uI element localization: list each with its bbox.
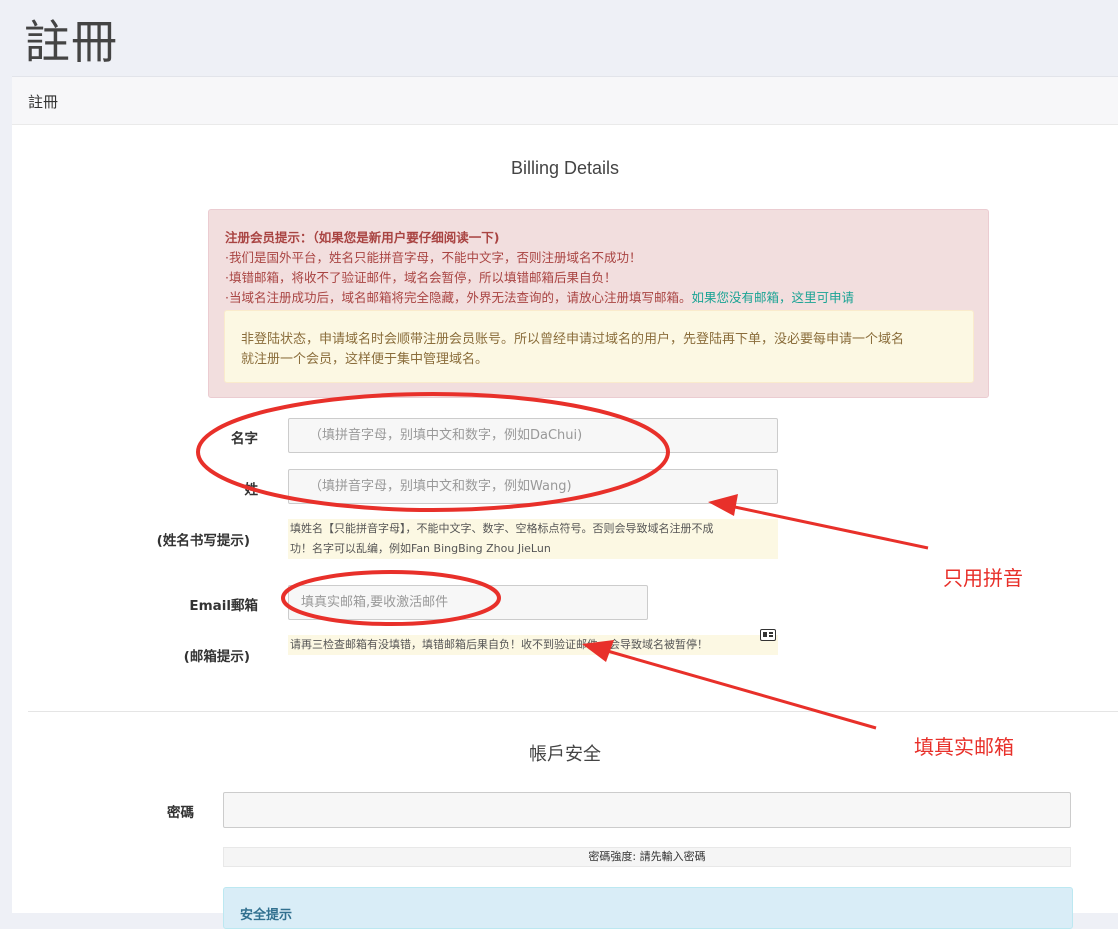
email-hint-label: (邮箱提示) [183, 649, 250, 665]
section-divider [28, 711, 1118, 712]
first-name-input[interactable] [288, 418, 778, 453]
email-hint-text: 请再三检查邮箱有没填错，填错邮箱后果自负！收不到验证邮件，会导致域名被暂停！ [288, 635, 778, 655]
security-tip-heading: 安全提示 [240, 908, 293, 923]
name-hint-line1: 填姓名【只能拼音字母】，不能中文字、数字、空格标点符号。否则会导致域名注册不成 [290, 522, 714, 535]
first-name-label: 名字 [231, 431, 258, 447]
last-name-input[interactable] [288, 469, 778, 504]
registration-notice: 注册会员提示：（如果您是新用户要仔细阅读一下) ·我们是国外平台，姓名只能拼音字… [208, 209, 989, 398]
name-hint-line2: 功！名字可以乱编，例如Fan BingBing Zhou JieLun [290, 542, 551, 555]
pinyin-annotation: 只用拼音 [943, 566, 1023, 590]
login-warning-line2: 就注册一个会员，这样便于集中管理域名。 [241, 352, 489, 367]
notice-line-email: ·填错邮箱，将收不了验证邮件，域名会暂停，所以填错邮箱后果自负！ [225, 270, 617, 285]
login-warning: 非登陆状态，申请域名时会顺带注册会员账号。所以曾经申请过域名的用户，先登陆再下单… [224, 310, 974, 383]
email-input[interactable] [288, 585, 648, 620]
panel-heading: 註冊 [12, 77, 1118, 125]
password-input[interactable] [223, 792, 1071, 828]
registration-panel: 註冊 Billing Details 注册会员提示：（如果您是新用户要仔细阅读一… [12, 76, 1118, 929]
last-name-label: 姓 [244, 482, 259, 498]
notice-line-pinyin: ·我们是国外平台，姓名只能拼音字母，不能中文字，否则注册域名不成功！ [225, 250, 642, 265]
email-label: Email郵箱 [189, 598, 258, 614]
billing-details-title: Billing Details [510, 158, 620, 178]
apply-email-link[interactable]: 如果您没有邮箱，这里可申请 [691, 290, 854, 305]
login-warning-line1: 非登陆状态，申请域名时会顺带注册会员账号。所以曾经申请过域名的用户，先登陆再下单… [241, 332, 905, 347]
notice-line-privacy: ·当域名注册成功后，域名邮箱将完全隐藏，外界无法查询的，请放心注册填写邮箱。如果… [225, 287, 854, 306]
name-hint-text: 填姓名【只能拼音字母】，不能中文字、数字、空格标点符号。否则会导致域名注册不成 … [288, 519, 778, 559]
password-label: 密碼 [167, 805, 194, 821]
notice-heading: 注册会员提示：（如果您是新用户要仔细阅读一下) [225, 230, 500, 245]
page-title: 註冊 [24, 15, 118, 69]
security-tip: 安全提示 [223, 887, 1073, 929]
name-hint-label: (姓名书写提示) [156, 533, 250, 549]
notice-privacy-text: ·当域名注册成功后，域名邮箱将完全隐藏，外界无法查询的，请放心注册填写邮箱。 [225, 290, 692, 305]
panel-heading-text: 註冊 [28, 93, 59, 111]
contact-card-icon [760, 629, 776, 641]
password-strength-meter: 密碼強度: 請先輸入密碼 [223, 847, 1071, 867]
email-annotation: 填真实邮箱 [914, 735, 1014, 759]
